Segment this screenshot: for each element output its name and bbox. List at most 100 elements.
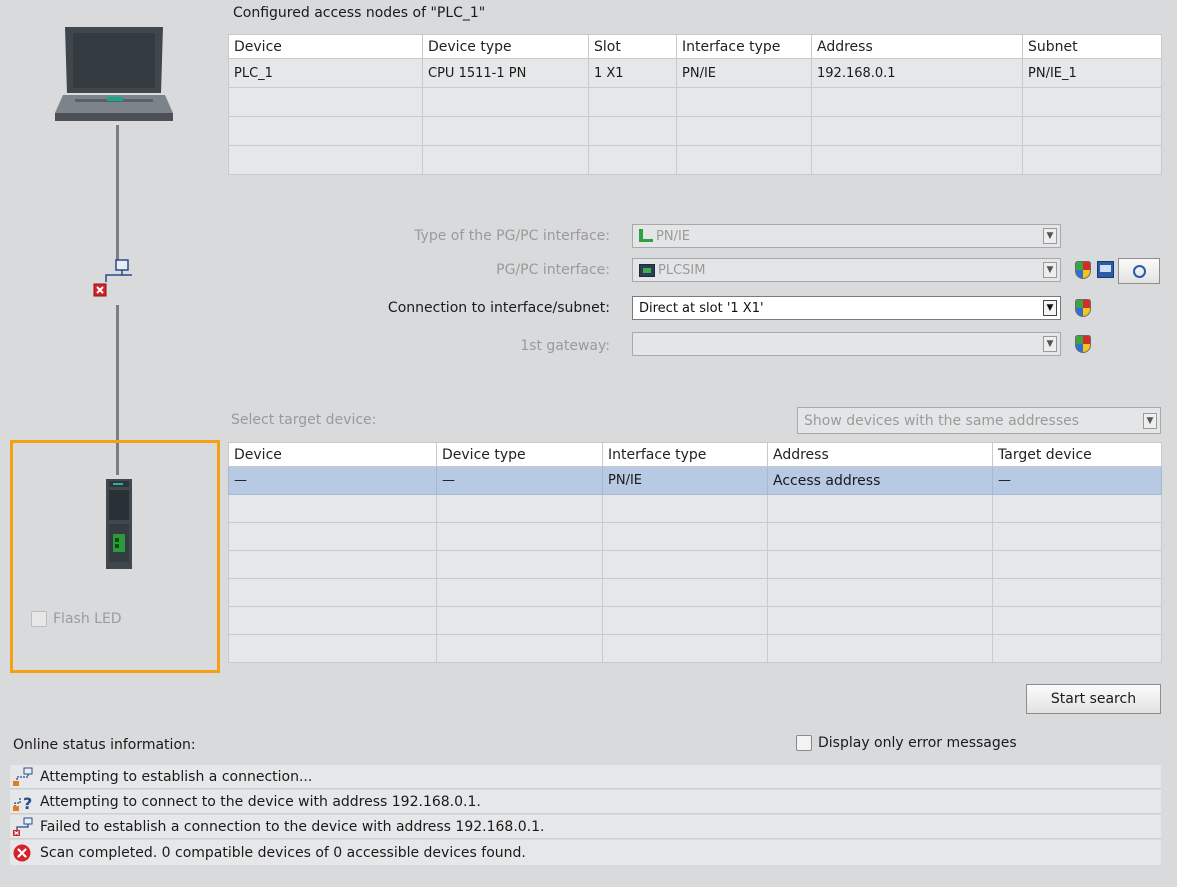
cell-empty[interactable] bbox=[602, 522, 768, 551]
cell-interface-type[interactable]: PN/IE bbox=[676, 58, 812, 88]
cell-empty[interactable] bbox=[1022, 87, 1162, 117]
cell-empty[interactable] bbox=[228, 145, 423, 175]
cell-empty[interactable] bbox=[422, 87, 589, 117]
col-interface-type[interactable]: Interface type bbox=[676, 34, 812, 59]
cell-empty[interactable] bbox=[228, 550, 437, 579]
security-shield-icon[interactable] bbox=[1075, 335, 1091, 353]
col-device[interactable]: Device bbox=[228, 34, 423, 59]
chevron-down-icon[interactable]: ▼ bbox=[1043, 300, 1057, 316]
cell-empty[interactable] bbox=[588, 116, 677, 146]
cell-empty[interactable] bbox=[436, 606, 603, 635]
cell-empty[interactable] bbox=[811, 145, 1023, 175]
col-slot[interactable]: Slot bbox=[588, 34, 677, 59]
table-row[interactable] bbox=[228, 87, 1162, 117]
cell-empty[interactable] bbox=[676, 145, 812, 175]
start-search-button[interactable]: Start search bbox=[1026, 684, 1161, 714]
cell-empty[interactable] bbox=[588, 145, 677, 175]
cell-empty[interactable] bbox=[228, 634, 437, 663]
cell-empty[interactable] bbox=[767, 578, 993, 607]
cell-empty[interactable] bbox=[228, 494, 437, 523]
cell-empty[interactable] bbox=[436, 494, 603, 523]
table-row[interactable] bbox=[228, 550, 1162, 579]
cell-subnet[interactable]: PN/IE_1 bbox=[1022, 58, 1162, 88]
cell-empty[interactable] bbox=[767, 634, 993, 663]
cell-empty[interactable] bbox=[422, 116, 589, 146]
cell-empty[interactable] bbox=[992, 494, 1162, 523]
table-row[interactable]: PLC_1 CPU 1511-1 PN 1 X1 PN/IE 192.168.0… bbox=[228, 58, 1162, 88]
cell-device[interactable]: PLC_1 bbox=[228, 58, 423, 88]
chevron-down-icon[interactable]: ▼ bbox=[1043, 262, 1057, 278]
table-row[interactable] bbox=[228, 522, 1162, 551]
cell-empty[interactable] bbox=[602, 606, 768, 635]
chevron-down-icon[interactable]: ▼ bbox=[1043, 336, 1057, 352]
cell-target-device[interactable]: — bbox=[992, 466, 1162, 495]
cell-device[interactable]: — bbox=[228, 466, 437, 495]
table-row[interactable] bbox=[228, 634, 1162, 663]
table-row[interactable] bbox=[228, 578, 1162, 607]
pgpc-type-select[interactable]: PN/IE ▼ bbox=[632, 224, 1061, 248]
col-address[interactable]: Address bbox=[811, 34, 1023, 59]
cell-address[interactable]: Access address bbox=[767, 466, 993, 495]
connection-subnet-select[interactable]: Direct at slot '1 X1' ▼ bbox=[632, 296, 1061, 320]
cell-empty[interactable] bbox=[228, 522, 437, 551]
cell-empty[interactable] bbox=[767, 606, 993, 635]
cell-empty[interactable] bbox=[602, 634, 768, 663]
cell-empty[interactable] bbox=[228, 116, 423, 146]
cell-empty[interactable] bbox=[811, 116, 1023, 146]
cell-slot[interactable]: 1 X1 bbox=[588, 58, 677, 88]
cell-empty[interactable] bbox=[992, 606, 1162, 635]
col-target-device[interactable]: Target device bbox=[992, 442, 1162, 467]
cell-empty[interactable] bbox=[992, 578, 1162, 607]
table-row[interactable] bbox=[228, 606, 1162, 635]
cell-empty[interactable] bbox=[992, 550, 1162, 579]
cell-empty[interactable] bbox=[767, 522, 993, 551]
cell-empty[interactable] bbox=[422, 145, 589, 175]
table-row[interactable] bbox=[228, 145, 1162, 175]
security-shield-icon[interactable] bbox=[1075, 299, 1091, 317]
cell-empty[interactable] bbox=[1022, 116, 1162, 146]
cell-address[interactable]: 192.168.0.1 bbox=[811, 58, 1023, 88]
diagnostics-button[interactable] bbox=[1118, 258, 1160, 284]
chevron-down-icon[interactable]: ▼ bbox=[1043, 228, 1057, 244]
col-device-type[interactable]: Device type bbox=[422, 34, 589, 59]
table-row-selected[interactable]: — — PN/IE Access address — bbox=[228, 466, 1162, 495]
cell-interface-type[interactable]: PN/IE bbox=[602, 466, 768, 495]
table-row[interactable] bbox=[228, 116, 1162, 146]
col-address[interactable]: Address bbox=[767, 442, 993, 467]
cell-empty[interactable] bbox=[767, 494, 993, 523]
gateway-select[interactable]: ▼ bbox=[632, 332, 1061, 356]
cell-empty[interactable] bbox=[602, 550, 768, 579]
cell-device-type[interactable]: — bbox=[436, 466, 603, 495]
security-shield-icon[interactable] bbox=[1075, 261, 1091, 279]
cell-empty[interactable] bbox=[436, 550, 603, 579]
cell-empty[interactable] bbox=[436, 578, 603, 607]
table-row[interactable] bbox=[228, 494, 1162, 523]
properties-monitor-icon[interactable] bbox=[1097, 261, 1114, 278]
cell-empty[interactable] bbox=[602, 494, 768, 523]
cell-empty[interactable] bbox=[767, 550, 993, 579]
cell-empty[interactable] bbox=[436, 634, 603, 663]
flash-led-checkbox[interactable]: Flash LED bbox=[31, 611, 122, 627]
target-filter-select[interactable]: Show devices with the same addresses ▼ bbox=[797, 407, 1161, 434]
col-subnet[interactable]: Subnet bbox=[1022, 34, 1162, 59]
cell-empty[interactable] bbox=[1022, 145, 1162, 175]
cell-empty[interactable] bbox=[676, 116, 812, 146]
cell-empty[interactable] bbox=[992, 634, 1162, 663]
cell-empty[interactable] bbox=[811, 87, 1023, 117]
error-only-checkbox-box[interactable] bbox=[796, 735, 812, 751]
col-device[interactable]: Device bbox=[228, 442, 437, 467]
cell-empty[interactable] bbox=[228, 606, 437, 635]
cell-empty[interactable] bbox=[676, 87, 812, 117]
cell-empty[interactable] bbox=[436, 522, 603, 551]
cell-empty[interactable] bbox=[602, 578, 768, 607]
pgpc-interface-select[interactable]: PLCSIM ▼ bbox=[632, 258, 1061, 282]
col-interface-type[interactable]: Interface type bbox=[602, 442, 768, 467]
cell-device-type[interactable]: CPU 1511-1 PN bbox=[422, 58, 589, 88]
error-only-checkbox[interactable]: Display only error messages bbox=[796, 735, 1017, 751]
chevron-down-icon[interactable]: ▼ bbox=[1143, 412, 1157, 429]
flash-led-checkbox-box[interactable] bbox=[31, 611, 47, 627]
cell-empty[interactable] bbox=[588, 87, 677, 117]
col-device-type[interactable]: Device type bbox=[436, 442, 603, 467]
cell-empty[interactable] bbox=[228, 87, 423, 117]
cell-empty[interactable] bbox=[992, 522, 1162, 551]
